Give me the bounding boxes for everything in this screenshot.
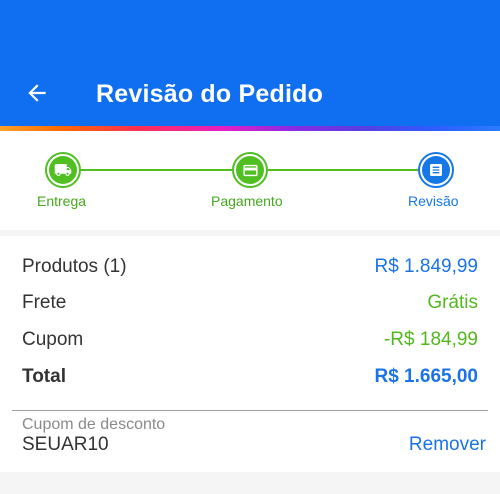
step-entrega[interactable]	[45, 152, 81, 188]
coupon-discount-label: Cupom	[22, 329, 84, 350]
coupon-discount-value: -R$ 184,99	[383, 329, 478, 350]
products-value: R$ 1.849,99	[374, 256, 478, 277]
summary-row-shipping: Frete Grátis	[22, 288, 478, 318]
remove-coupon-button[interactable]: Remover	[409, 433, 486, 457]
step-revisao[interactable]	[418, 152, 454, 188]
back-button[interactable]	[22, 78, 52, 108]
shipping-value: Grátis	[427, 292, 478, 313]
coupon-code-value[interactable]: SEUAR10	[22, 434, 109, 456]
step-label-pagamento: Pagamento	[211, 193, 283, 209]
products-label: Produtos (1)	[22, 256, 127, 277]
step-connector	[78, 169, 232, 171]
credit-card-icon	[242, 164, 258, 176]
arrow-left-icon	[28, 84, 46, 102]
step-pagamento[interactable]	[232, 152, 268, 188]
summary-row-products: Produtos (1) R$ 1.849,99	[22, 252, 478, 282]
total-label: Total	[22, 366, 66, 387]
page-title: Revisão do Pedido	[96, 80, 324, 108]
summary-row-total: Total R$ 1.665,00	[22, 362, 478, 392]
coupon-field[interactable]: Cupom de desconto SEUAR10 Remover	[0, 408, 500, 472]
summary-row-coupon: Cupom -R$ 184,99	[22, 325, 478, 355]
coupon-field-label: Cupom de desconto	[22, 416, 166, 433]
coupon-field-border	[12, 410, 488, 411]
order-summary: Produtos (1) R$ 1.849,99 Frete Grátis Cu…	[0, 236, 500, 408]
app-bar: Revisão do Pedido	[0, 0, 500, 126]
checkout-stepper: Entrega Pagamento Revisão	[0, 131, 500, 230]
step-label-entrega: Entrega	[37, 193, 87, 209]
step-connector	[268, 169, 418, 171]
step-label-revisao: Revisão	[408, 193, 459, 209]
total-value: R$ 1.665,00	[374, 366, 478, 387]
truck-icon	[54, 164, 72, 176]
shipping-label: Frete	[22, 292, 67, 313]
list-icon	[430, 164, 442, 176]
